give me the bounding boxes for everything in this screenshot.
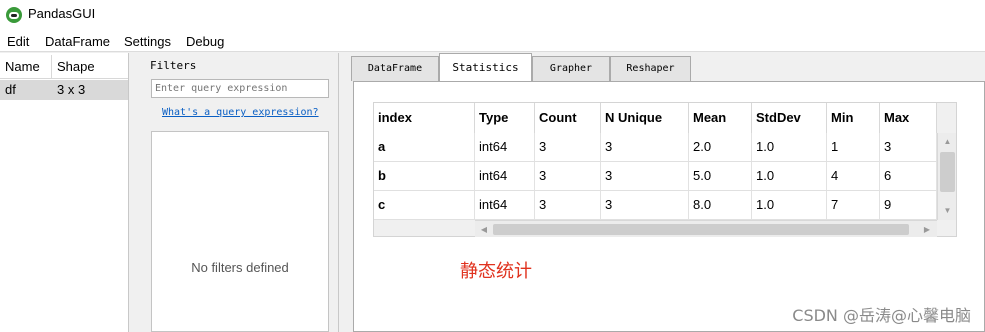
row-index-cell: b: [374, 162, 475, 190]
horizontal-scroll-thumb[interactable]: [493, 224, 909, 235]
menu-edit[interactable]: Edit: [7, 34, 29, 49]
table-cell: 3: [601, 133, 689, 161]
window-title: PandasGUI: [28, 6, 96, 21]
annotation-text: 静态统计: [460, 261, 532, 282]
statistics-header: index Type Count N Unique Mean StdDev Mi…: [374, 103, 937, 133]
tab-dataframe[interactable]: DataFrame: [351, 56, 439, 81]
dataframe-viewer: DataFrame Statistics Grapher Reshaper in…: [343, 53, 985, 332]
query-help-link[interactable]: What's a query expression?: [162, 107, 319, 118]
column-header-count[interactable]: Count: [535, 103, 601, 133]
table-row[interactable]: a int64 3 3 2.0 1.0 1 3: [374, 133, 937, 162]
statistics-table: index Type Count N Unique Mean StdDev Mi…: [373, 102, 957, 237]
table-cell: 3: [535, 191, 601, 219]
table-cell: int64: [475, 191, 535, 219]
dataframe-list-header: Name Shape: [0, 55, 128, 79]
panel-splitter[interactable]: [129, 53, 141, 332]
dataframe-row-df[interactable]: df 3 x 3: [0, 80, 128, 100]
table-cell: int64: [475, 162, 535, 190]
column-header-name[interactable]: Name: [0, 55, 52, 79]
table-cell: 1.0: [752, 133, 827, 161]
table-cell: 8.0: [689, 191, 752, 219]
filters-title: Filters: [150, 59, 197, 72]
table-cell: 7: [827, 191, 880, 219]
column-header-type[interactable]: Type: [475, 103, 535, 133]
table-cell: 2.0: [689, 133, 752, 161]
scroll-up-icon[interactable]: ▲: [940, 135, 955, 149]
table-cell: 3: [601, 162, 689, 190]
menu-bar: Edit DataFrame Settings Debug: [0, 30, 985, 52]
table-cell: 4: [827, 162, 880, 190]
column-header-mean[interactable]: Mean: [689, 103, 752, 133]
statistics-pane: index Type Count N Unique Mean StdDev Mi…: [353, 81, 985, 332]
column-header-index[interactable]: index: [374, 103, 475, 133]
column-header-min[interactable]: Min: [827, 103, 880, 133]
filters-list: No filters defined: [151, 131, 329, 332]
dataframe-name: df: [5, 82, 16, 97]
dataframe-shape: 3 x 3: [57, 82, 86, 97]
column-header-max[interactable]: Max: [880, 103, 937, 133]
table-cell: 1: [827, 133, 880, 161]
scroll-down-icon[interactable]: ▼: [940, 204, 955, 218]
table-row[interactable]: b int64 3 3 5.0 1.0 4 6: [374, 162, 937, 191]
menu-dataframe[interactable]: DataFrame: [45, 34, 110, 49]
watermark: CSDN @岳涛@心馨电脑: [792, 306, 971, 325]
scroll-right-icon[interactable]: ▶: [920, 223, 934, 236]
table-cell: 5.0: [689, 162, 752, 190]
column-header-stddev[interactable]: StdDev: [752, 103, 827, 133]
no-filters-message: No filters defined: [191, 260, 289, 275]
pandas-logo-icon: [6, 7, 22, 23]
column-header-shape[interactable]: Shape: [52, 55, 128, 79]
table-cell: 3: [601, 191, 689, 219]
table-cell: 6: [880, 162, 937, 190]
table-cell: int64: [475, 133, 535, 161]
table-cell: 3: [535, 162, 601, 190]
title-bar: PandasGUI: [0, 0, 985, 30]
tab-statistics[interactable]: Statistics: [439, 53, 532, 82]
row-index-cell: c: [374, 191, 475, 219]
table-cell: 9: [880, 191, 937, 219]
row-index-cell: a: [374, 133, 475, 161]
table-cell: 3: [535, 133, 601, 161]
horizontal-scrollbar[interactable]: ◀ ▶: [475, 220, 937, 237]
tab-reshaper[interactable]: Reshaper: [610, 56, 691, 81]
query-input[interactable]: [151, 79, 329, 98]
table-row[interactable]: c int64 3 3 8.0 1.0 7 9: [374, 191, 937, 220]
column-header-n-unique[interactable]: N Unique: [601, 103, 689, 133]
table-cell: 1.0: [752, 162, 827, 190]
tab-grapher[interactable]: Grapher: [532, 56, 610, 81]
vertical-scrollbar[interactable]: ▲ ▼: [937, 133, 956, 220]
menu-settings[interactable]: Settings: [124, 34, 171, 49]
menu-debug[interactable]: Debug: [186, 34, 224, 49]
table-cell: 1.0: [752, 191, 827, 219]
table-cell: 3: [880, 133, 937, 161]
dataframe-list: Name Shape df 3 x 3: [0, 53, 129, 332]
vertical-scroll-thumb[interactable]: [940, 152, 955, 192]
filters-panel: Filters What's a query expression? No fi…: [141, 53, 339, 332]
scroll-left-icon[interactable]: ◀: [477, 223, 491, 236]
